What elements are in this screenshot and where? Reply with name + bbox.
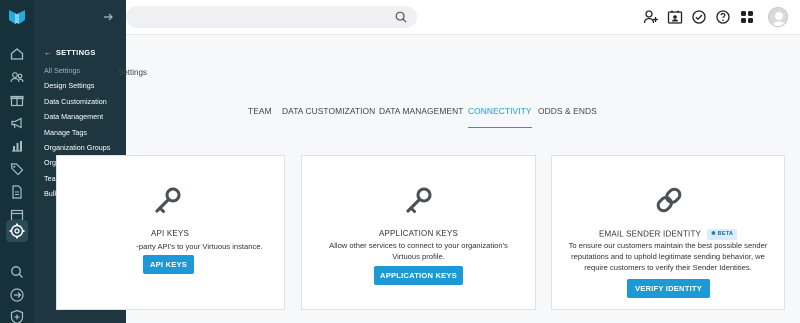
settings-title: SETTINGS — [55, 48, 96, 57]
id-card-icon[interactable] — [667, 9, 683, 25]
apps-grid-icon[interactable] — [739, 9, 755, 25]
app-rail — [0, 0, 34, 323]
gift-icon[interactable] — [9, 92, 25, 108]
beta-label: BETA — [717, 231, 734, 237]
people-icon[interactable] — [9, 69, 25, 85]
card-description-line: reputations and to uphold legitimate sen… — [571, 252, 765, 261]
search-bar[interactable] — [126, 6, 417, 28]
add-user-icon[interactable] — [643, 9, 659, 25]
chart-icon[interactable] — [9, 138, 25, 154]
card-description-line: To ensure our customers maintain the bes… — [568, 241, 768, 250]
card-description: Allow other services to connect to your … — [302, 240, 535, 262]
search-icon[interactable] — [9, 264, 25, 280]
tab-connectivity[interactable]: CONNECTIVITY — [468, 106, 532, 128]
home-icon[interactable] — [9, 46, 25, 62]
expand-arrow-icon[interactable] — [102, 11, 114, 23]
settings-nav-item[interactable] — [6, 220, 28, 242]
settings-menu-item-all-settings[interactable]: All Settings — [44, 66, 113, 81]
card-title: APPLICATION KEYS — [378, 229, 459, 238]
tab-team[interactable]: TEAM — [248, 106, 272, 128]
card-title-row: EMAIL SENDER IDENTITY ❋ BETA — [552, 229, 784, 240]
key-icon — [406, 187, 432, 213]
settings-menu-item-manage-tags[interactable]: Manage Tags — [44, 128, 113, 143]
user-silhouette-icon — [771, 12, 787, 26]
megaphone-icon[interactable] — [9, 115, 25, 131]
back-arrow-icon: ← — [44, 48, 52, 57]
document-icon[interactable] — [9, 184, 25, 200]
sign-out-icon[interactable] — [9, 287, 25, 303]
application-keys-button[interactable]: APPLICATION KEYS — [374, 266, 463, 285]
tab-data-customization[interactable]: DATA CUSTOMIZATION — [282, 106, 375, 128]
card-title: EMAIL SENDER IDENTITY — [598, 229, 702, 239]
beta-badge: ❋ BETA — [707, 229, 738, 240]
application-keys-card: APPLICATION KEYS Allow other services to… — [301, 155, 536, 310]
avatar[interactable] — [768, 7, 788, 27]
settings-menu-item-data-management[interactable]: Data Management — [44, 112, 113, 127]
email-sender-identity-card: EMAIL SENDER IDENTITY ❋ BETA To ensure ou… — [551, 155, 785, 310]
tab-data-management[interactable]: DATA MANAGEMENT — [379, 106, 463, 128]
tag-icon[interactable] — [9, 161, 25, 177]
check-circle-icon[interactable] — [691, 9, 707, 25]
card-description-line: Virtuous profile. — [392, 252, 445, 261]
link-icon — [656, 187, 682, 213]
card-description: To ensure our customers maintain the bes… — [552, 240, 784, 273]
settings-menu-item-data-customization[interactable]: Data Customization — [44, 97, 113, 112]
card-description-line: Allow other services to connect to your … — [329, 241, 508, 250]
api-keys-button[interactable]: API KEYS — [143, 255, 194, 274]
card-description: -party API's to your Virtuous instance. — [57, 241, 284, 252]
settings-menu-item-design-settings[interactable]: Design Settings — [44, 81, 113, 96]
tab-odds-and-ends[interactable]: ODDS & ENDS — [538, 106, 597, 128]
help-icon[interactable] — [715, 9, 731, 25]
card-description-line: -party API's to your Virtuous instance. — [136, 242, 263, 251]
card-title: API KEYS — [150, 229, 190, 238]
beta-sparkle-icon: ❋ — [711, 231, 716, 237]
search-icon[interactable] — [394, 10, 408, 24]
api-keys-card: API KEYS -party API's to your Virtuous i… — [56, 155, 285, 310]
card-description-line: require customers to verify their Sender… — [584, 263, 752, 272]
plus-icon[interactable] — [9, 309, 25, 323]
settings-back-link[interactable]: ← SETTINGS — [44, 48, 96, 57]
key-icon — [155, 187, 181, 213]
settings-icon — [9, 223, 25, 239]
logo-icon[interactable] — [8, 8, 26, 26]
verify-identity-button[interactable]: VERIFY IDENTITY — [627, 279, 710, 298]
breadcrumb[interactable]: Settings — [118, 68, 147, 77]
